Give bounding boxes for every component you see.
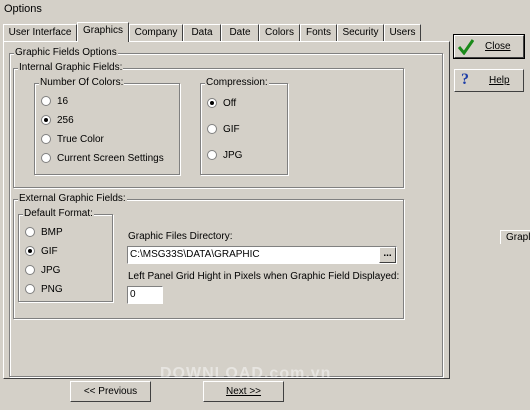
- previous-button-label: << Previous: [83, 386, 138, 397]
- radio-circle: [41, 153, 51, 163]
- grid-height-value: 0: [130, 289, 136, 300]
- radio-circle-selected: [25, 246, 35, 256]
- radio-circle: [41, 134, 51, 144]
- tab-fonts[interactable]: Fonts: [300, 24, 337, 41]
- radio-circle: [207, 124, 217, 134]
- tab-security[interactable]: Security: [337, 24, 384, 41]
- compression-gif-radio[interactable]: GIF: [207, 124, 240, 136]
- question-icon: ?: [461, 71, 469, 88]
- format-png-radio[interactable]: PNG: [25, 284, 63, 296]
- browse-directory-button[interactable]: ...: [379, 247, 396, 263]
- compression-jpg-radio[interactable]: JPG: [207, 150, 242, 162]
- tab-label: Security: [342, 27, 379, 38]
- default-format-group: Default Format: BMP GIF JPG PNG: [18, 208, 113, 302]
- tab-label: Date: [229, 27, 251, 38]
- side-tab-stub-label: Grapl: [506, 232, 530, 243]
- checkmark-icon: [458, 39, 474, 55]
- radio-label: 16: [57, 96, 69, 107]
- help-button-label: Help: [489, 75, 510, 86]
- radio-label: JPG: [223, 150, 243, 161]
- tab-company[interactable]: Company: [129, 24, 183, 41]
- default-format-label: Default Format:: [23, 208, 94, 220]
- radio-circle: [207, 150, 217, 160]
- internal-graphic-fields-label: Internal Graphic Fields:: [18, 62, 124, 74]
- tab-colors[interactable]: Colors: [259, 24, 300, 41]
- radio-circle: [41, 96, 51, 106]
- tab-label: Company: [134, 27, 178, 38]
- radio-label: BMP: [41, 227, 63, 238]
- compression-off-radio[interactable]: Off: [207, 98, 236, 110]
- radio-label: True Color: [57, 134, 104, 145]
- number-of-colors-label: Number Of Colors:: [39, 77, 125, 89]
- graphic-files-directory-input[interactable]: C:\MSG33S\DATA\GRAPHIC: [127, 246, 397, 264]
- format-bmp-radio[interactable]: BMP: [25, 227, 63, 239]
- grid-height-input[interactable]: 0: [127, 286, 163, 304]
- tab-user-interface[interactable]: User Interface: [3, 24, 77, 41]
- tab-label: User Interface: [8, 27, 72, 38]
- radio-circle: [25, 227, 35, 237]
- radio-label: JPG: [41, 265, 61, 276]
- radio-label: PNG: [41, 284, 63, 295]
- tab-label: Users: [389, 27, 416, 38]
- close-button[interactable]: Close: [453, 34, 525, 59]
- tab-label: Data: [191, 27, 213, 38]
- browse-button-label: ...: [383, 248, 392, 259]
- external-graphic-fields-group: External Graphic Fields: Default Format:…: [13, 193, 404, 319]
- radio-label: Current Screen Settings: [57, 153, 164, 164]
- next-button-label: Next >>: [225, 386, 262, 397]
- radio-label: 256: [57, 115, 74, 126]
- grid-height-label: Left Panel Grid Hight in Pixels when Gra…: [128, 271, 400, 282]
- radio-label: GIF: [41, 246, 58, 257]
- graphics-tab-panel: Graphic Fields Options Internal Graphic …: [3, 41, 450, 379]
- format-jpg-radio[interactable]: JPG: [25, 265, 60, 277]
- radio-circle-selected: [41, 115, 51, 125]
- tab-date[interactable]: Date: [221, 24, 259, 41]
- tab-data[interactable]: Data: [183, 24, 221, 41]
- tab-label: Graphics: [82, 25, 123, 36]
- color-current-screen-radio[interactable]: Current Screen Settings: [41, 153, 164, 165]
- help-button[interactable]: ? Help: [454, 69, 524, 92]
- radio-label: Off: [223, 98, 237, 109]
- external-graphic-fields-label: External Graphic Fields:: [18, 193, 127, 205]
- internal-graphic-fields-group: Internal Graphic Fields: Number Of Color…: [13, 62, 404, 188]
- close-button-label: Close: [485, 41, 511, 52]
- tab-users[interactable]: Users: [384, 24, 421, 41]
- compression-label: Compression:: [205, 77, 269, 89]
- window-title: Options: [4, 3, 42, 15]
- radio-label: GIF: [223, 124, 240, 135]
- radio-circle: [25, 284, 35, 294]
- graphic-fields-options-label: Graphic Fields Options: [14, 47, 118, 59]
- tab-graphics[interactable]: Graphics: [77, 22, 129, 42]
- compression-group: Compression: Off GIF JPG: [200, 77, 288, 175]
- radio-circle-selected: [207, 98, 217, 108]
- graphic-fields-options-group: Graphic Fields Options Internal Graphic …: [9, 47, 443, 377]
- radio-circle: [25, 265, 35, 275]
- directory-value: C:\MSG33S\DATA\GRAPHIC: [130, 249, 260, 260]
- format-gif-radio[interactable]: GIF: [25, 246, 58, 258]
- side-tab-stub[interactable]: Grapl: [500, 230, 530, 244]
- tab-label: Fonts: [305, 27, 331, 38]
- next-button[interactable]: Next >>: [203, 381, 284, 402]
- tab-label: Colors: [265, 27, 294, 38]
- graphic-files-directory-label: Graphic Files Directory:: [128, 231, 233, 242]
- color-256-radio[interactable]: 256: [41, 115, 74, 127]
- title-bar: Options: [0, 0, 530, 18]
- number-of-colors-group: Number Of Colors: 16 256 True Color Curr…: [34, 77, 180, 175]
- previous-button[interactable]: << Previous: [70, 381, 151, 402]
- color-16-radio[interactable]: 16: [41, 96, 68, 108]
- color-true-color-radio[interactable]: True Color: [41, 134, 104, 146]
